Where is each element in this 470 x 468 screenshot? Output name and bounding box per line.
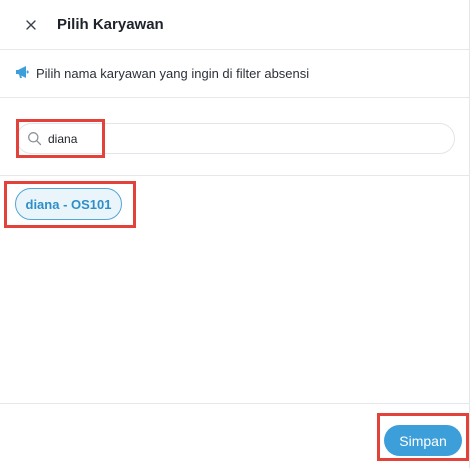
info-text: Pilih nama karyawan yang ingin di filter… xyxy=(36,66,310,81)
search-input[interactable] xyxy=(48,129,428,149)
close-button[interactable] xyxy=(21,15,41,35)
dialog-title: Pilih Karyawan xyxy=(57,16,164,33)
megaphone-icon xyxy=(16,66,29,78)
dialog-footer: Simpan xyxy=(0,403,470,468)
close-icon xyxy=(26,20,36,30)
pilih-karyawan-dialog: Pilih Karyawan Pilih nama karyawan yang … xyxy=(0,0,470,468)
search-section xyxy=(0,98,470,176)
employee-chip-diana[interactable]: diana - OS101 xyxy=(15,188,122,220)
search-field[interactable] xyxy=(16,123,455,154)
dialog-header: Pilih Karyawan xyxy=(0,0,470,50)
info-banner: Pilih nama karyawan yang ingin di filter… xyxy=(0,50,470,98)
search-icon xyxy=(28,132,42,146)
save-button[interactable]: Simpan xyxy=(384,425,462,456)
